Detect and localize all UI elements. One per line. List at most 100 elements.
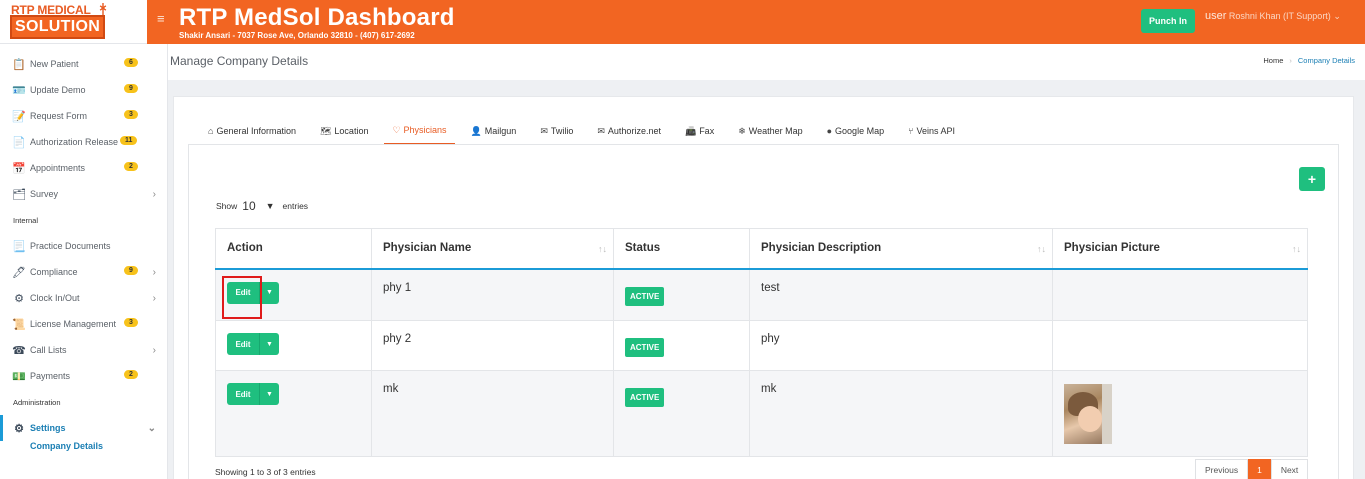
column-header-physician-description[interactable]: Physician Description ↑↓: [749, 228, 1053, 270]
tab-label: Authorize.net: [607, 126, 661, 136]
clock-cog-icon: ⚙: [14, 292, 24, 305]
sidebar-item-label: Appointments: [30, 163, 86, 173]
entries-select[interactable]: 10 ▼: [242, 199, 274, 213]
sidebar-item-payments[interactable]: 💵 Payments 2: [0, 363, 168, 389]
top-header: ≡ RTP MedSol Dashboard Shakir Ansari - 7…: [147, 0, 1365, 44]
money-icon: 💵: [12, 370, 26, 383]
status-badge: ACTIVE: [625, 338, 665, 357]
tab-physicians[interactable]: ♡ Physicians: [384, 117, 455, 145]
tab-veins-api[interactable]: ⑂ Veins API: [900, 117, 963, 145]
add-physician-button[interactable]: +: [1299, 167, 1325, 191]
status-badge: ACTIVE: [625, 388, 665, 407]
sidebar-item-survey[interactable]: 🗂 Survey ›: [0, 181, 168, 207]
edit-button[interactable]: Edit: [227, 383, 259, 405]
column-header-physician-name[interactable]: Physician Name ↑↓: [371, 228, 614, 270]
sidebar-item-license-management[interactable]: 📜 License Management 3: [0, 311, 168, 337]
column-header-label: Status: [625, 242, 661, 255]
tab-label: Veins API: [916, 126, 956, 136]
logo[interactable]: RTP MEDICAL SOLUTION: [0, 0, 167, 44]
pen-paper-icon: 🖊: [12, 266, 26, 279]
form-icon: 📝: [12, 110, 26, 123]
tab-label: Twilio: [550, 126, 574, 136]
chevron-right-icon: ›: [152, 292, 156, 304]
chevron-right-icon: ›: [152, 188, 156, 200]
column-header-physician-picture[interactable]: Physician Picture ↑↓: [1052, 228, 1308, 270]
caret-down-icon[interactable]: ▼: [259, 281, 279, 304]
tab-twilio[interactable]: ✉ Twilio: [532, 117, 581, 145]
tab-fax[interactable]: 📠 Fax: [677, 117, 722, 145]
count-badge: 2: [124, 162, 138, 171]
pagination-previous[interactable]: Previous: [1195, 459, 1249, 479]
envelope-icon: ✉: [540, 125, 548, 136]
edit-button-group: Edit ▼: [227, 383, 279, 405]
edit-button[interactable]: Edit: [227, 333, 259, 355]
branch-icon: ⑂: [908, 126, 914, 136]
tab-label: Weather Map: [748, 126, 803, 136]
sidebar-item-update-demo[interactable]: 🪪 Update Demo 9: [0, 77, 168, 103]
sidebar-item-clock-in-out[interactable]: ⚙ Clock In/Out ›: [0, 285, 168, 311]
physician-name-cell: mk: [371, 370, 614, 457]
app-title: RTP MedSol Dashboard: [179, 4, 455, 31]
physician-picture-cell: [1052, 320, 1308, 371]
table-header-row: Action Physician Name ↑↓ Status Physician…: [215, 228, 1308, 270]
physician-name-cell: phy 2: [371, 320, 614, 371]
sidebar-item-appointments[interactable]: 📅 Appointments 2: [0, 155, 168, 181]
document-icon: 📃: [12, 240, 26, 253]
sidebar-item-authorization-release[interactable]: 📄 Authorization Release 11: [0, 129, 168, 155]
id-card-icon: 🪪: [12, 84, 26, 97]
fax-icon: 📠: [684, 125, 697, 136]
sidebar-item-label: Clock In/Out: [30, 293, 80, 303]
tab-weather-map[interactable]: ❄ Weather Map: [730, 117, 810, 145]
breadcrumb-home[interactable]: Home: [1263, 56, 1283, 65]
license-icon: 📜: [12, 318, 26, 331]
physicians-table: Action Physician Name ↑↓ Status Physician…: [215, 228, 1308, 457]
breadcrumb-current: Company Details: [1297, 56, 1355, 65]
chevron-right-icon: ›: [152, 344, 156, 356]
tab-mailgun[interactable]: 👤 Mailgun: [463, 117, 525, 145]
tab-location[interactable]: 🗺 Location: [312, 117, 376, 145]
clipboard-icon: 📋: [12, 58, 26, 71]
sidebar-item-practice-documents[interactable]: 📃 Practice Documents: [0, 233, 168, 259]
entries-length-control: Show 10 ▼ entries: [216, 199, 308, 213]
tab-authorize-net[interactable]: ✉ Authorize.net: [589, 117, 669, 145]
status-badge: ACTIVE: [625, 286, 665, 306]
sort-icon: ↑↓: [598, 244, 607, 254]
logo-text-bottom: SOLUTION: [10, 15, 106, 39]
status-cell: ACTIVE: [613, 320, 750, 371]
table-row: Edit ▼ phy 1 ACTIVE test: [215, 268, 1308, 321]
physician-picture-cell: [1052, 268, 1308, 321]
tab-general-information[interactable]: ⌂ General Information: [200, 117, 304, 145]
physician-photo[interactable]: [1064, 384, 1112, 444]
tab-google-map[interactable]: ● Google Map: [819, 117, 892, 145]
envelope-icon: ✉: [597, 125, 605, 136]
sidebar-subitem-company-details[interactable]: Company Details: [0, 441, 168, 455]
count-badge: 11: [120, 136, 138, 145]
sidebar-item-new-patient[interactable]: 📋 New Patient 6: [0, 51, 168, 77]
user-menu[interactable]: user Roshni Khan (IT Support) ⌄: [1205, 10, 1341, 22]
entries-value: 10: [242, 199, 256, 213]
phone-list-icon: ☎: [12, 344, 26, 357]
sidebar-item-settings[interactable]: ⚙ Settings ⌄: [0, 415, 168, 441]
tab-label: Mailgun: [484, 126, 517, 136]
entries-label: entries: [282, 201, 309, 211]
table-info: Showing 1 to 3 of 3 entries: [215, 467, 316, 477]
column-header-label: Action: [227, 242, 263, 255]
punch-in-button[interactable]: Punch In: [1141, 9, 1195, 33]
pagination-page-1[interactable]: 1: [1248, 459, 1271, 479]
sidebar-item-call-lists[interactable]: ☎ Call Lists ›: [0, 337, 168, 363]
pagination-next[interactable]: Next: [1270, 459, 1309, 479]
sidebar-item-label: Payments: [30, 371, 71, 381]
user-icon: 👤: [470, 125, 482, 136]
breadcrumb: Home › Company Details: [1263, 56, 1355, 65]
sidebar-item-compliance[interactable]: 🖊 Compliance 9 ›: [0, 259, 168, 285]
sidebar-item-label: Call Lists: [30, 345, 67, 355]
show-label: Show: [216, 201, 238, 211]
caret-down-icon[interactable]: ▼: [259, 383, 279, 405]
sidebar-item-request-form[interactable]: 📝 Request Form 3: [0, 103, 168, 129]
chevron-down-icon: ⌄: [147, 422, 156, 434]
physician-picture-cell: [1052, 370, 1308, 457]
physician-name-cell: phy 1: [371, 268, 614, 321]
sidebar-item-label: Settings: [30, 423, 66, 433]
caret-down-icon[interactable]: ▼: [259, 333, 279, 355]
hamburger-menu-icon[interactable]: ≡: [157, 11, 165, 26]
